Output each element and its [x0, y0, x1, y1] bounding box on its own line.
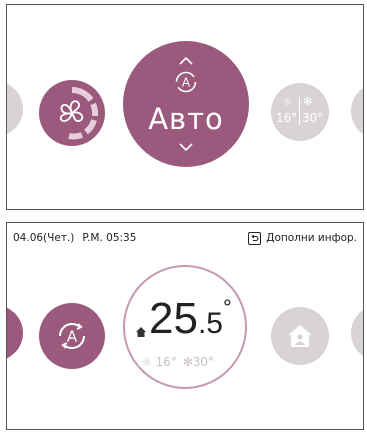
temperature-dial[interactable]: 25.5° ☼ 16° ✻30° — [123, 265, 247, 389]
mode-auto-button[interactable]: A Авто — [123, 41, 249, 167]
sun-icon: ☼ — [283, 96, 293, 109]
heat-setpoint: 16° — [155, 355, 177, 369]
more-info-button[interactable]: Дополни инфор. — [248, 231, 357, 245]
prev-option-partial[interactable] — [7, 81, 23, 137]
mode-label: Авто — [148, 102, 224, 136]
back-icon — [248, 231, 262, 245]
setpoint-range: ☼ 16° ✻30° — [141, 355, 214, 369]
auto-mode-icon: A — [58, 322, 86, 350]
heat-setpoint: 16° — [276, 111, 298, 125]
home-icon — [135, 323, 147, 342]
home-mode-button[interactable] — [271, 307, 329, 365]
current-temp: 25.5° — [149, 297, 232, 341]
next-option-partial[interactable] — [351, 83, 363, 139]
more-info-label: Дополни инфор. — [266, 232, 357, 244]
temp-degree: ° — [222, 295, 232, 320]
home-icon — [288, 325, 312, 347]
temperature-status-panel: 04.06(Чет.) P.M. 05:35 Дополни инфор. A … — [6, 222, 364, 430]
fan-speed-button[interactable] — [39, 80, 105, 146]
temp-whole: 25 — [149, 294, 198, 343]
time-text: P.M. 05:35 — [82, 232, 137, 244]
chevron-down-icon[interactable] — [178, 142, 194, 152]
snowflake-icon: ✻ — [182, 355, 193, 369]
next-option-partial-2[interactable] — [351, 305, 363, 361]
sun-icon: ☼ — [141, 355, 152, 369]
svg-text:A: A — [67, 328, 78, 346]
svg-text:A: A — [182, 76, 191, 90]
temp-fraction: .5 — [197, 307, 223, 340]
date-text: 04.06(Чет.) — [13, 232, 75, 244]
auto-mode-icon: A — [175, 71, 197, 93]
cool-setpoint: 30° — [192, 355, 215, 369]
mode-auto-button-small[interactable]: A — [39, 303, 105, 369]
prev-option-partial-2[interactable] — [7, 305, 23, 361]
snowflake-icon: ✻ — [303, 95, 313, 108]
status-bar: 04.06(Чет.) P.M. 05:35 Дополни инфор. — [13, 229, 357, 247]
fan-speed-icon — [59, 86, 99, 140]
range-divider — [299, 97, 300, 125]
cool-setpoint: 30° — [302, 111, 324, 125]
temp-range-button[interactable]: ☼ ✻ 16° 30° — [271, 83, 329, 141]
mode-selector-panel: A Авто ☼ ✻ 16° 30° — [6, 4, 364, 210]
chevron-up-icon[interactable] — [178, 56, 194, 66]
